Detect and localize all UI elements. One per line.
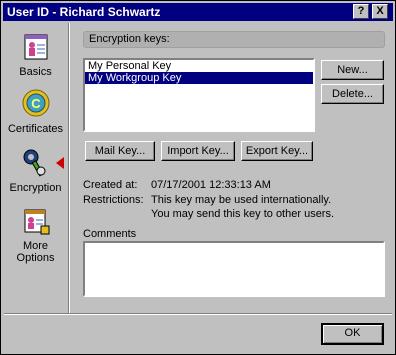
sidebar: Basics C Certificates Encryption More Op… [4, 23, 67, 352]
window-title: User ID - Richard Schwartz [7, 5, 161, 19]
sidebar-item-label: Basics [19, 66, 52, 78]
section-header: Encryption keys: [83, 31, 385, 48]
footer-divider-highlight [4, 314, 392, 315]
created-label: Created at: [83, 179, 138, 191]
delete-key-button[interactable]: Delete... [321, 84, 384, 104]
list-item-selected[interactable]: My Workgroup Key [85, 72, 313, 84]
new-key-button[interactable]: New... [321, 60, 384, 80]
help-button[interactable]: ? [353, 4, 369, 19]
sidebar-divider-highlight [69, 23, 70, 313]
title-bar: User ID - Richard Schwartz ? X [3, 3, 393, 21]
close-button[interactable]: X [372, 4, 388, 19]
sidebar-item-basics[interactable] [4, 33, 67, 61]
certificate-seal-icon: C [22, 89, 49, 117]
comments-label: Comments [83, 228, 137, 240]
person-card-icon [24, 34, 47, 60]
user-id-dialog: User ID - Richard Schwartz ? X Basics C [0, 0, 396, 355]
restrictions-label: Restrictions: [83, 194, 144, 206]
section-title: Encryption keys: [89, 33, 170, 45]
sidebar-item-certificates[interactable]: C [4, 88, 67, 118]
sidebar-item-label: Encryption [9, 182, 62, 194]
list-item[interactable]: My Personal Key [85, 60, 313, 72]
key-icon [23, 149, 45, 177]
import-key-button[interactable]: Import Key... [161, 141, 235, 161]
export-key-button[interactable]: Export Key... [241, 141, 313, 161]
created-value: 07/17/2001 12:33:13 AM [151, 179, 271, 191]
restrictions-line-2: You may send this key to other users. [151, 208, 335, 220]
selection-indicator-icon [56, 157, 64, 169]
ok-button[interactable]: OK [321, 323, 384, 345]
sidebar-item-label: Certificates [7, 123, 64, 135]
comments-field[interactable] [83, 241, 385, 297]
mail-key-button[interactable]: Mail Key... [85, 141, 155, 161]
svg-text:C: C [31, 96, 41, 111]
sidebar-item-more-options[interactable] [4, 206, 67, 236]
id-card-icon [24, 209, 49, 235]
sidebar-item-label: More Options [16, 240, 55, 264]
encryption-keys-list[interactable]: My Personal Key My Workgroup Key [83, 58, 315, 132]
restrictions-line-1: This key may be used internationally. [151, 194, 332, 206]
